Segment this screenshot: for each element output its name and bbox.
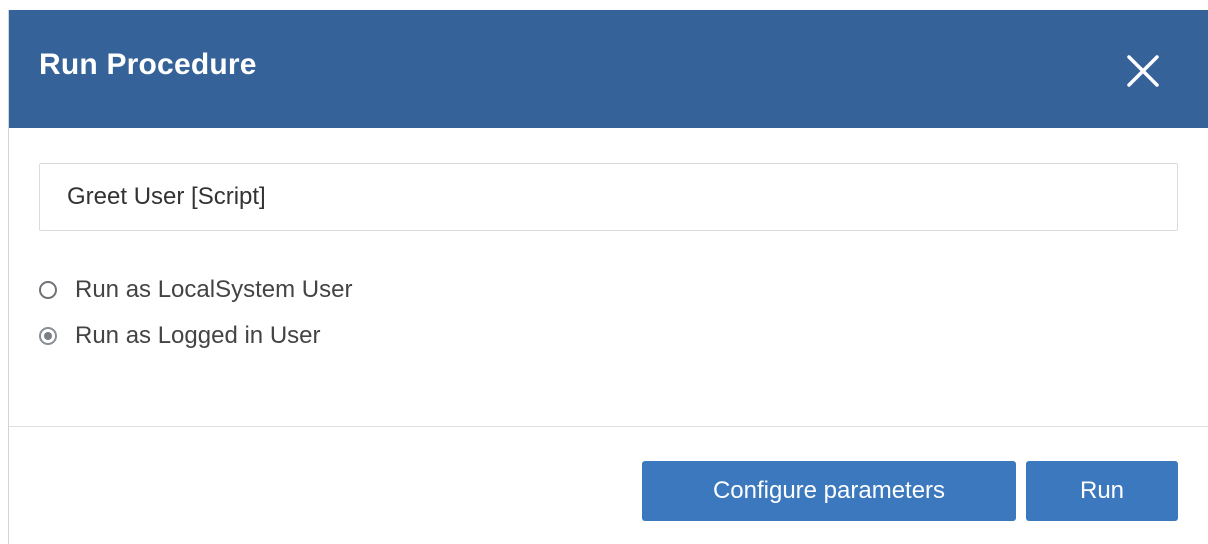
radio-button-unchecked[interactable] [39, 281, 57, 299]
run-button[interactable]: Run [1026, 461, 1178, 521]
close-icon[interactable] [1125, 53, 1161, 89]
radio-run-as-logged-in[interactable]: Run as Logged in User [39, 322, 320, 350]
run-procedure-dialog: Run Procedure Run as LocalSystem User Ru… [8, 10, 1208, 544]
procedure-name-field[interactable] [39, 163, 1178, 231]
dialog-title: Run Procedure [39, 48, 257, 81]
footer-divider [9, 426, 1208, 427]
radio-button-checked[interactable] [39, 327, 57, 345]
radio-label-logged-in: Run as Logged in User [75, 322, 321, 349]
configure-parameters-button[interactable]: Configure parameters [642, 461, 1016, 521]
dialog-header: Run Procedure [9, 10, 1208, 128]
radio-run-as-localsystem[interactable]: Run as LocalSystem User [39, 276, 352, 304]
radio-label-localsystem: Run as LocalSystem User [75, 276, 353, 303]
